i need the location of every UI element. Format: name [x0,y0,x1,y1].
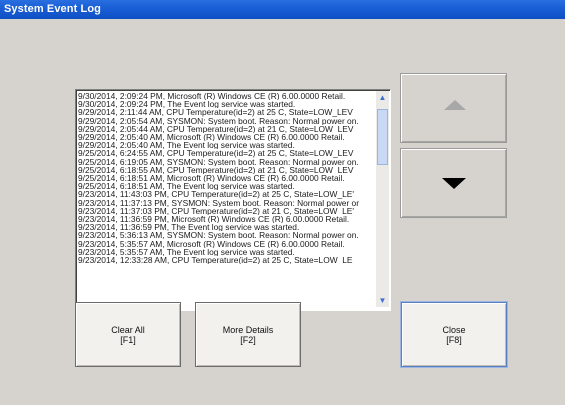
log-entry[interactable]: 9/25/2014, 6:18:55 AM, CPU Temperature(i… [78,166,374,174]
event-log-list[interactable]: 9/30/2014, 2:09:24 PM, Microsoft (R) Win… [75,89,391,311]
log-entry[interactable]: 9/30/2014, 2:09:24 PM, The Event log ser… [78,100,374,108]
more-details-key: [F2] [240,334,256,345]
log-entry[interactable]: 9/23/2014, 5:36:13 AM, SYSMON: System bo… [78,231,374,239]
log-entry[interactable]: 9/23/2014, 11:36:59 PM, Microsoft (R) Wi… [78,215,374,223]
scroll-up-button[interactable] [400,73,507,143]
log-entry[interactable]: 9/25/2014, 6:18:51 AM, The Event log ser… [78,182,374,190]
arrow-down-icon [442,178,466,189]
log-entry[interactable]: 9/23/2014, 11:37:03 PM, CPU Temperature(… [78,207,374,215]
log-entry[interactable]: 9/29/2014, 2:05:40 AM, The Event log ser… [78,141,374,149]
log-scrollbar[interactable]: ▲ ▼ [376,91,389,307]
log-entry[interactable]: 9/29/2014, 2:05:54 AM, SYSMON: System bo… [78,117,374,125]
clear-all-key: [F1] [120,334,136,345]
dialog-client-area: 9/30/2014, 2:09:24 PM, Microsoft (R) Win… [0,19,565,405]
log-entry[interactable]: 9/25/2014, 6:24:55 AM, CPU Temperature(i… [78,149,374,157]
window-title: System Event Log [4,3,101,15]
scrollbar-thumb[interactable] [377,109,388,165]
log-entry[interactable]: 9/23/2014, 5:35:57 AM, The Event log ser… [78,248,374,256]
log-entry[interactable]: 9/25/2014, 6:19:05 AM, SYSMON: System bo… [78,158,374,166]
arrow-up-icon [444,100,466,110]
more-details-label: More Details [222,324,274,335]
log-entry[interactable]: 9/23/2014, 11:37:13 PM, SYSMON: System b… [78,199,374,207]
log-entry[interactable]: 9/29/2014, 2:05:40 AM, Microsoft (R) Win… [78,133,374,141]
log-entry[interactable]: 9/30/2014, 2:09:24 PM, Microsoft (R) Win… [78,92,374,100]
log-entry[interactable]: 9/23/2014, 11:43:03 PM, CPU Temperature(… [78,190,374,198]
close-button[interactable]: Close [F8] [401,302,507,367]
log-entry[interactable]: 9/25/2014, 6:18:51 AM, Microsoft (R) Win… [78,174,374,182]
clear-all-label: Clear All [111,324,145,335]
title-bar: System Event Log [0,0,565,19]
log-entry[interactable]: 9/23/2014, 12:33:28 AM, CPU Temperature(… [78,256,374,264]
log-entry[interactable]: 9/29/2014, 2:05:44 AM, CPU Temperature(i… [78,125,374,133]
log-entry[interactable]: 9/23/2014, 5:35:57 AM, Microsoft (R) Win… [78,240,374,248]
scrollbar-down-arrow-icon[interactable]: ▼ [376,294,389,307]
log-entry[interactable]: 9/29/2014, 2:11:44 AM, CPU Temperature(i… [78,108,374,116]
more-details-button[interactable]: More Details [F2] [195,302,301,367]
scrollbar-up-arrow-icon[interactable]: ▲ [376,91,389,104]
scroll-down-button[interactable] [400,148,507,218]
close-key: [F8] [446,334,462,345]
clear-all-button[interactable]: Clear All [F1] [75,302,181,367]
close-label: Close [442,324,466,335]
log-entry[interactable]: 9/23/2014, 11:36:59 PM, The Event log se… [78,223,374,231]
event-log-lines: 9/30/2014, 2:09:24 PM, Microsoft (R) Win… [78,92,374,306]
